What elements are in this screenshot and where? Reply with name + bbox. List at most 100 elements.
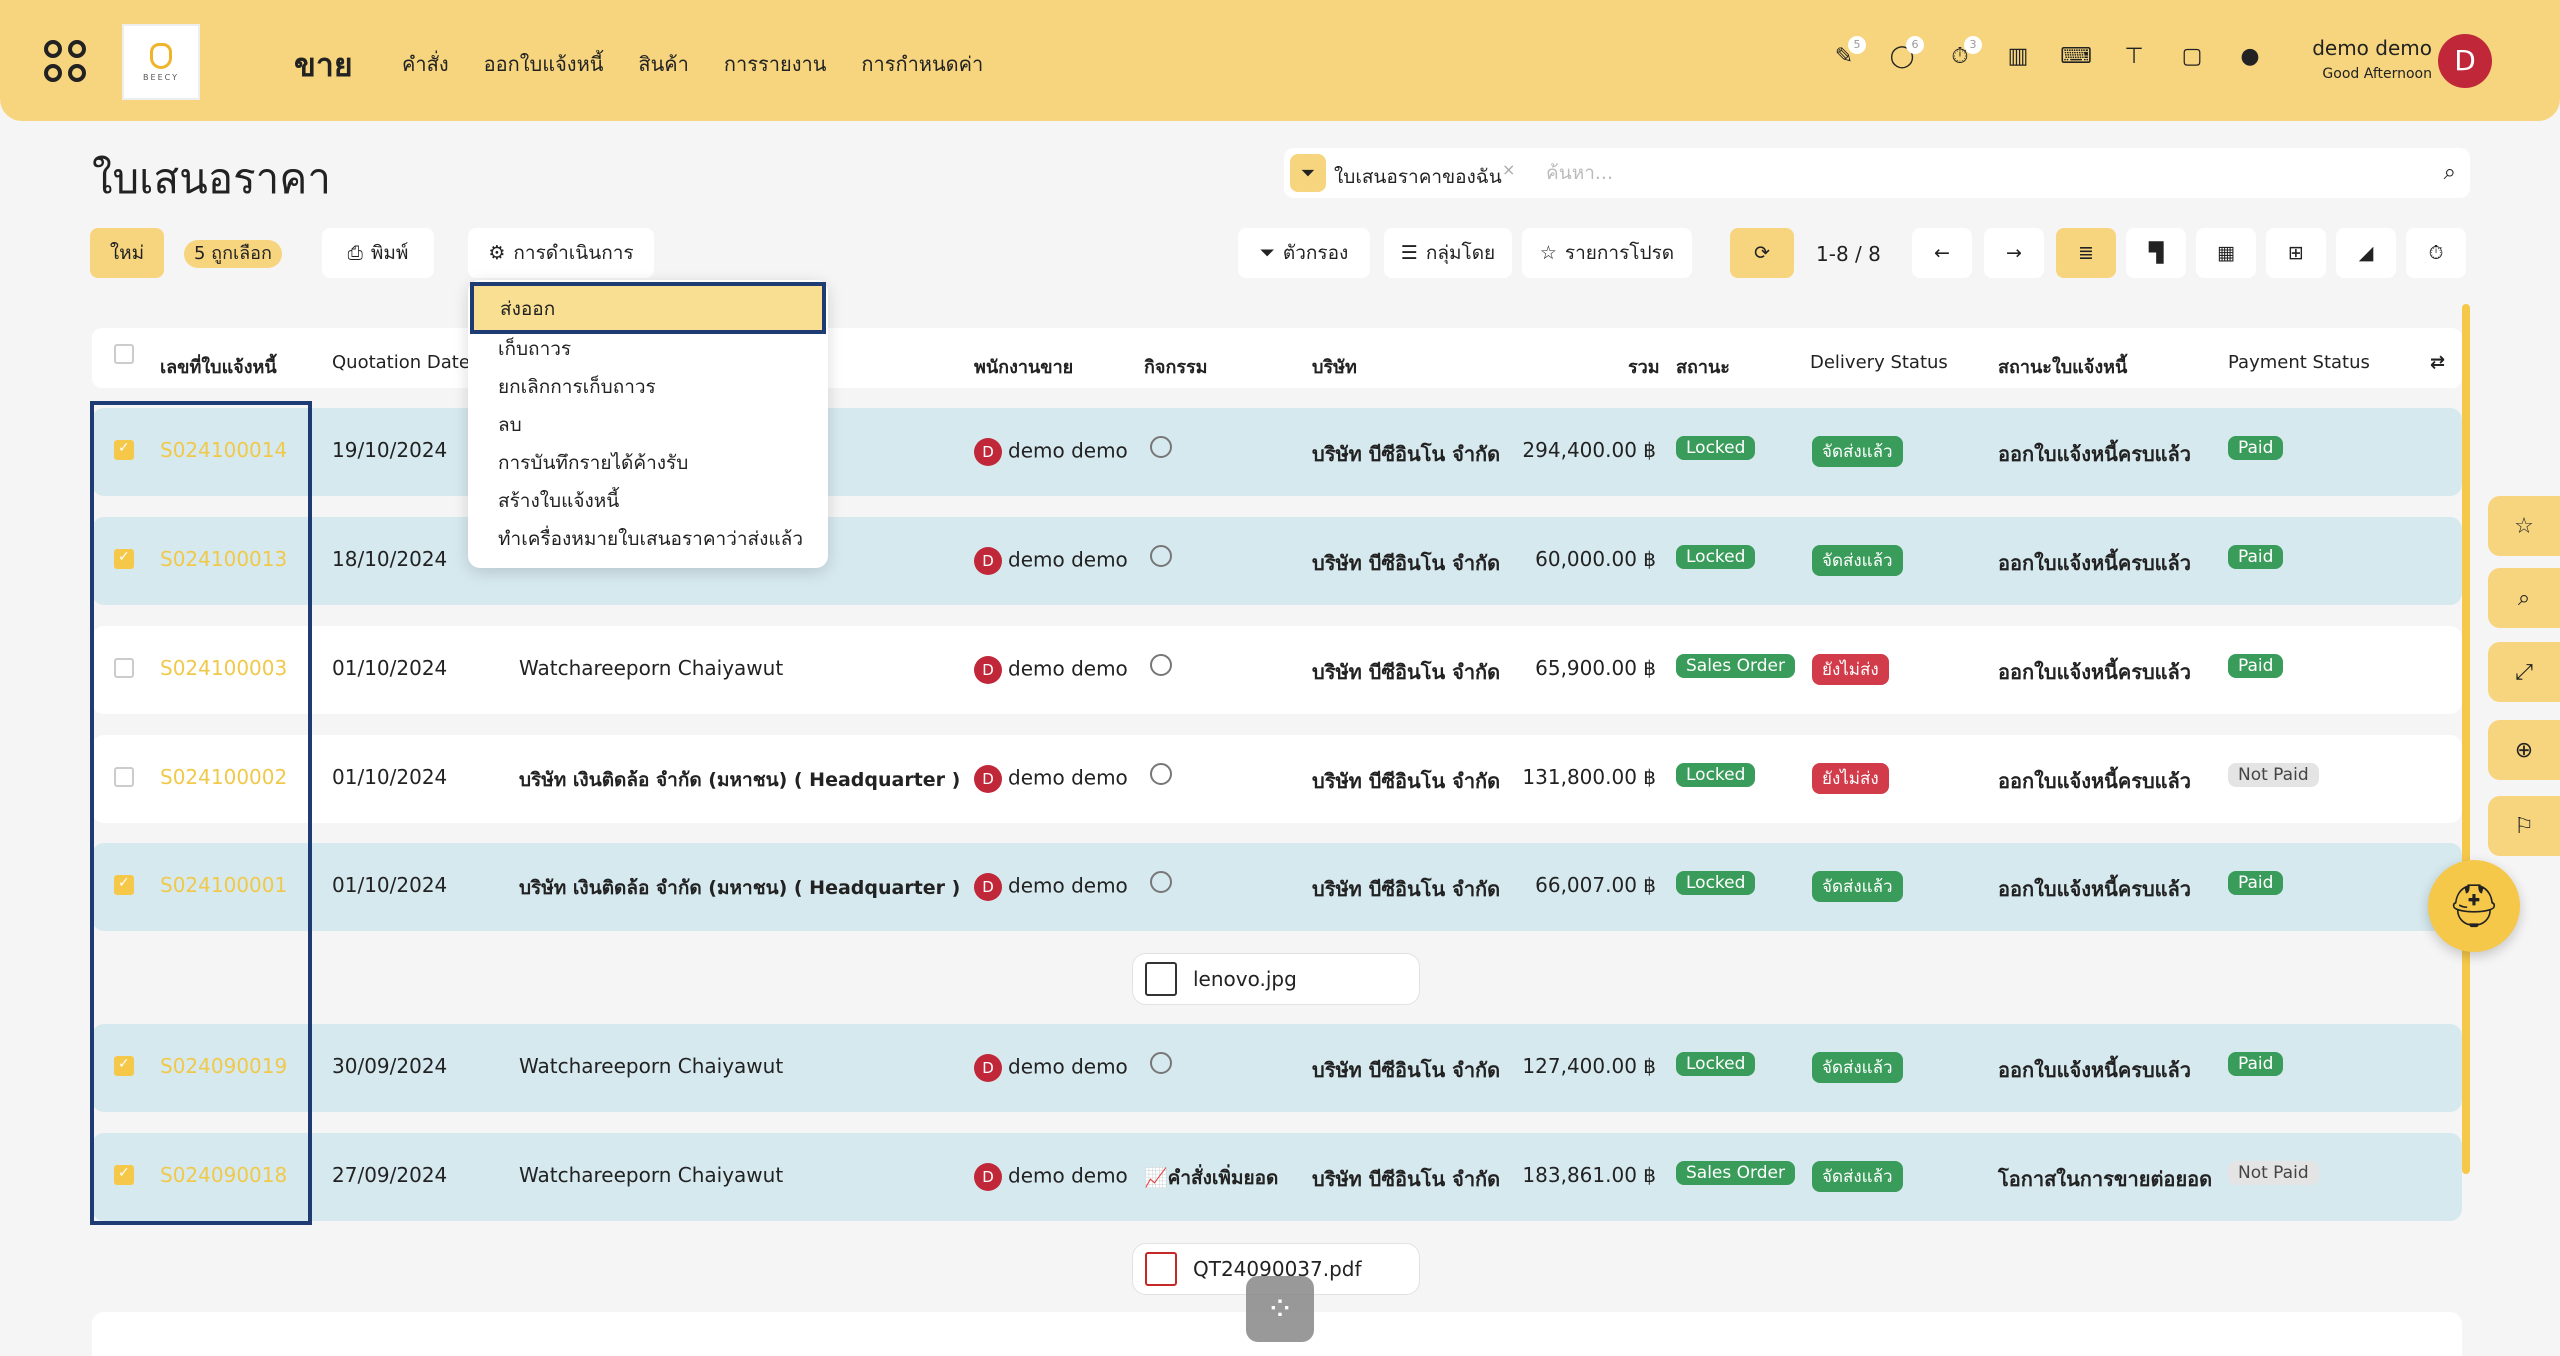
chat-icon[interactable]: ◯ 6 bbox=[1890, 36, 1924, 69]
module-title[interactable]: ขาย bbox=[294, 40, 353, 91]
code-icon[interactable]: ⌨ bbox=[2060, 44, 2092, 69]
new-button[interactable]: ใหม่ bbox=[90, 228, 164, 278]
table-row[interactable]: S024100013 18/10/2024 Ddemo demo บริษัท … bbox=[92, 517, 2462, 605]
filter-button[interactable]: ⏷ ตัวกรอง bbox=[1238, 228, 1370, 278]
menu-item-create-invoice[interactable]: สร้างใบแจ้งหนี้ bbox=[498, 486, 619, 516]
side-search-button[interactable]: ⌕ bbox=[2488, 568, 2560, 628]
column-company[interactable]: บริษัท bbox=[1312, 352, 1357, 381]
group-by-button[interactable]: ☰ กลุ่มโดย bbox=[1384, 228, 1512, 278]
list-view-button[interactable]: ≣ bbox=[2056, 228, 2116, 278]
column-total[interactable]: รวม bbox=[1628, 352, 1660, 381]
pager-previous-button[interactable]: ← bbox=[1912, 228, 1972, 278]
table-row[interactable]: S024100001 01/10/2024 บริษัท เงินติดล้อ … bbox=[92, 843, 2462, 931]
table-row[interactable]: S024100003 01/10/2024 Watchareeporn Chai… bbox=[92, 626, 2462, 714]
nav-item-configuration[interactable]: การกำหนดค่า bbox=[861, 48, 983, 80]
side-bookmark-button[interactable]: ⚐ bbox=[2488, 796, 2560, 856]
help-lifebuoy-button[interactable]: ⛑ bbox=[2428, 860, 2520, 952]
user-avatar[interactable]: D bbox=[2438, 34, 2492, 88]
menu-item-export[interactable]: ส่งออก bbox=[470, 282, 826, 334]
filter-chip[interactable]: ใบเสนอราคาของฉัน bbox=[1334, 162, 1502, 192]
menu-item-delete[interactable]: ลบ bbox=[498, 410, 522, 440]
pager-value[interactable]: 1-8 / 8 bbox=[1816, 242, 1881, 266]
row-checkbox[interactable] bbox=[114, 549, 134, 569]
timer-icon[interactable]: ⏱ 3 bbox=[1948, 36, 1982, 69]
avatar: D bbox=[974, 438, 1002, 466]
column-number[interactable]: เลขที่ใบแจ้งหนี้ bbox=[160, 352, 277, 381]
table-row[interactable]: S024090019 30/09/2024 Watchareeporn Chai… bbox=[92, 1024, 2462, 1112]
nav-item-products[interactable]: สินค้า bbox=[638, 48, 689, 80]
search-input[interactable] bbox=[1546, 156, 2406, 190]
company-switch-icon[interactable]: ▥ bbox=[2006, 44, 2030, 69]
row-activity[interactable]: 📈คำสั่งเพิ่มยอด bbox=[1144, 1163, 1278, 1193]
remove-filter-icon[interactable]: × bbox=[1502, 160, 1515, 179]
attachment-image[interactable]: lenovo.jpg bbox=[1132, 953, 1420, 1005]
activity-clock-icon[interactable] bbox=[1150, 871, 1172, 893]
nav-item-orders[interactable]: คำสั่ง bbox=[402, 48, 449, 80]
apps-icon[interactable] bbox=[44, 40, 88, 84]
select-all-checkbox[interactable] bbox=[114, 344, 134, 364]
row-number[interactable]: S024090018 bbox=[160, 1163, 287, 1187]
nav-item-reporting[interactable]: การรายงาน bbox=[724, 48, 826, 80]
pivot-view-button[interactable]: ⊞ bbox=[2266, 228, 2326, 278]
activity-clock-icon[interactable] bbox=[1150, 654, 1172, 676]
activity-clock-icon[interactable] bbox=[1150, 1052, 1172, 1074]
activity-clock-icon[interactable] bbox=[1150, 545, 1172, 567]
row-number[interactable]: S024100001 bbox=[160, 873, 287, 897]
user-info[interactable]: demo demo Good Afternoon bbox=[2300, 36, 2432, 82]
table-row[interactable]: S024100014 19/10/2024 Ddemo demo บริษัท … bbox=[92, 408, 2462, 496]
row-checkbox[interactable] bbox=[114, 1056, 134, 1076]
column-date[interactable]: Quotation Date bbox=[332, 352, 470, 373]
note-icon[interactable]: ▢ bbox=[2180, 44, 2204, 69]
column-status[interactable]: สถานะ bbox=[1676, 352, 1730, 381]
table-row[interactable]: S024090018 27/09/2024 Watchareeporn Chai… bbox=[92, 1133, 2462, 1221]
vertical-scrollbar[interactable] bbox=[2462, 304, 2470, 1174]
column-invoice-status[interactable]: สถานะใบแจ้งหนี้ bbox=[1998, 352, 2127, 381]
column-settings-icon[interactable]: ⇄ bbox=[2430, 352, 2445, 373]
row-checkbox[interactable] bbox=[114, 658, 134, 678]
lightbulb-icon[interactable]: ● bbox=[2238, 44, 2262, 69]
calendar-view-button[interactable]: ▦ bbox=[2196, 228, 2256, 278]
kanban-view-button[interactable]: ▜ bbox=[2126, 228, 2186, 278]
pager-next-button[interactable]: → bbox=[1984, 228, 2044, 278]
activity-view-button[interactable]: ⏱ bbox=[2406, 228, 2466, 278]
company-logo[interactable]: BEECY bbox=[122, 24, 200, 100]
print-button[interactable]: ⎙ พิมพ์ bbox=[322, 228, 434, 278]
activity-clock-icon[interactable] bbox=[1150, 763, 1172, 785]
row-number[interactable]: S024100013 bbox=[160, 547, 287, 571]
menu-item-accrued-revenue[interactable]: การบันทึกรายได้ค้างรับ bbox=[498, 448, 688, 478]
graph-view-button[interactable]: ◢ bbox=[2336, 228, 2396, 278]
favorites-button[interactable]: ☆ รายการโปรด bbox=[1522, 228, 1692, 278]
row-salesperson: Ddemo demo bbox=[974, 547, 1128, 575]
filter-icon[interactable]: ⏷ bbox=[1290, 154, 1326, 192]
selected-count-badge[interactable]: 5 ถูกเลือก bbox=[184, 240, 282, 268]
side-expand-button[interactable]: ⤢ bbox=[2488, 642, 2560, 702]
row-number[interactable]: S024100002 bbox=[160, 765, 287, 789]
row-number[interactable]: S024100014 bbox=[160, 438, 287, 462]
row-number[interactable]: S024100003 bbox=[160, 656, 287, 680]
column-activity[interactable]: กิจกรรม bbox=[1144, 352, 1208, 381]
signpost-icon[interactable]: ⊤ bbox=[2122, 44, 2146, 69]
search-icon[interactable]: ⌕ bbox=[2444, 160, 2456, 185]
activity-clock-icon[interactable] bbox=[1150, 436, 1172, 458]
nav-item-invoicing[interactable]: ออกใบแจ้งหนี้ bbox=[484, 48, 604, 80]
chat-count: 6 bbox=[1906, 36, 1924, 54]
refresh-button[interactable]: ⟳ bbox=[1730, 228, 1794, 278]
row-checkbox[interactable] bbox=[114, 875, 134, 895]
action-button[interactable]: ⚙ การดำเนินการ bbox=[468, 228, 654, 278]
side-favorite-button[interactable]: ☆ bbox=[2488, 496, 2560, 556]
column-delivery-status[interactable]: Delivery Status bbox=[1810, 352, 1948, 373]
gear-icon: ⚙ bbox=[488, 242, 506, 264]
column-payment-status[interactable]: Payment Status bbox=[2228, 352, 2370, 373]
menu-item-mark-sent[interactable]: ทำเครื่องหมายใบเสนอราคาว่าส่งแล้ว bbox=[498, 524, 803, 554]
column-salesperson[interactable]: พนักงานขาย bbox=[974, 352, 1073, 381]
menu-item-unarchive[interactable]: ยกเลิกการเก็บถาวร bbox=[498, 372, 656, 402]
bottom-apps-button[interactable]: ⁘ bbox=[1246, 1276, 1314, 1342]
activity-icon[interactable]: ✎ 5 bbox=[1832, 36, 1866, 69]
menu-item-archive[interactable]: เก็บถาวร bbox=[498, 334, 571, 364]
side-zoom-button[interactable]: ⊕ bbox=[2488, 720, 2560, 780]
table-row[interactable]: S024100002 01/10/2024 บริษัท เงินติดล้อ … bbox=[92, 735, 2462, 823]
row-number[interactable]: S024090019 bbox=[160, 1054, 287, 1078]
row-checkbox[interactable] bbox=[114, 440, 134, 460]
row-checkbox[interactable] bbox=[114, 1165, 134, 1185]
row-checkbox[interactable] bbox=[114, 767, 134, 787]
